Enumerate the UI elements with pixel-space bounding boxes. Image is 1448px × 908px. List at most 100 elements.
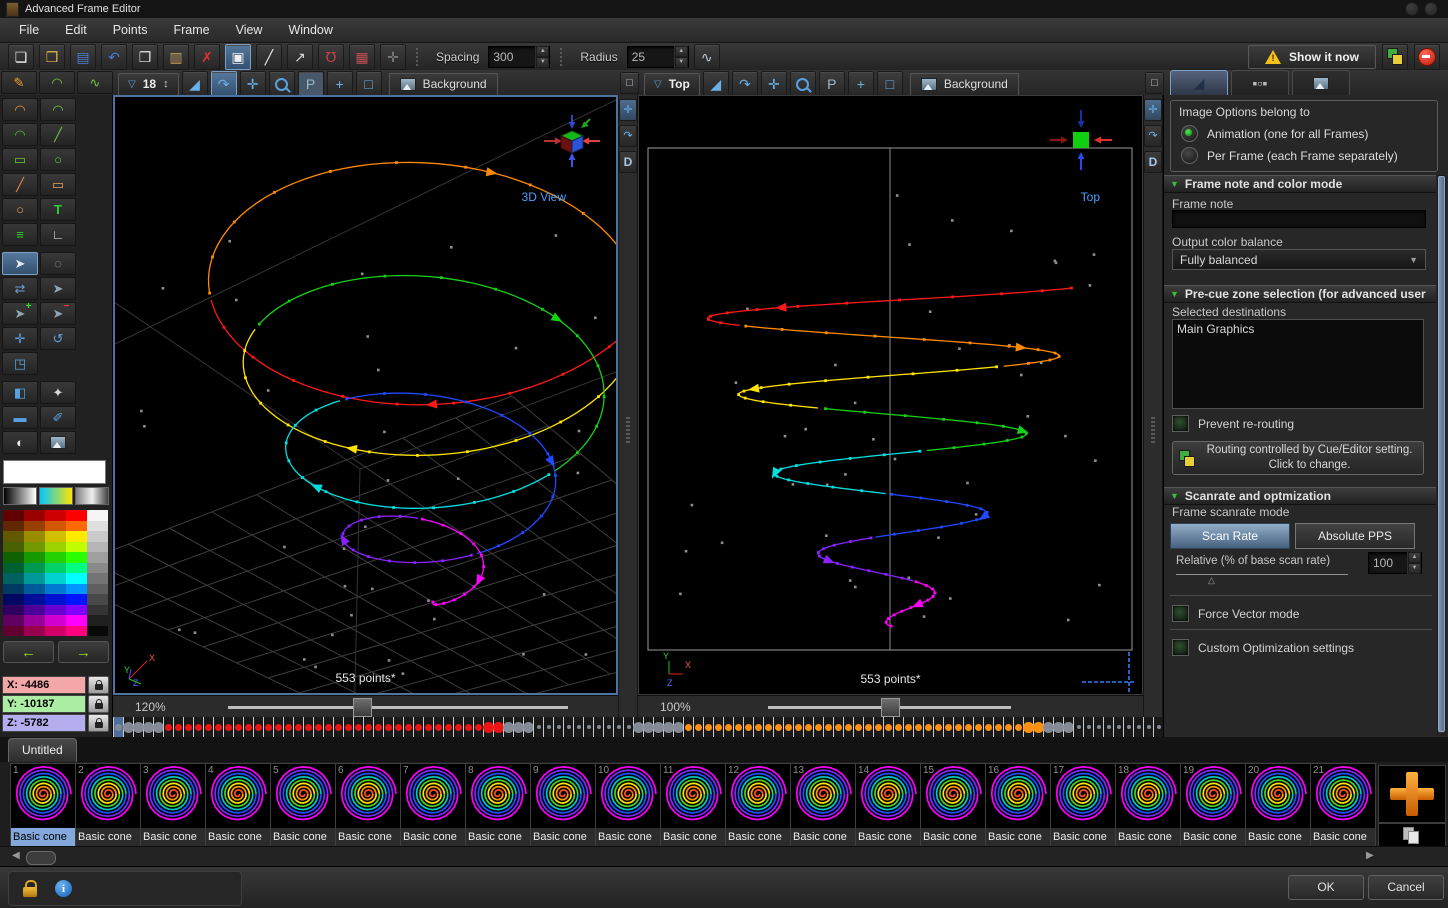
frame-thumbnail[interactable]: 17Basic cone <box>1051 763 1116 846</box>
timeline-cell[interactable] <box>943 717 953 737</box>
palette-swatch[interactable] <box>66 563 87 574</box>
timeline-cell[interactable] <box>153 717 163 737</box>
timeline-cell[interactable] <box>963 717 973 737</box>
palette-swatch[interactable] <box>3 510 24 521</box>
timeline-cell[interactable] <box>343 717 353 737</box>
palette-swatch[interactable] <box>45 584 66 595</box>
timeline-cell[interactable] <box>113 717 123 737</box>
timeline-cell[interactable] <box>903 717 913 737</box>
timeline-cell[interactable] <box>1013 717 1023 737</box>
document-tab[interactable]: Untitled <box>8 738 77 762</box>
line-button[interactable]: ╱ <box>40 123 76 146</box>
shade-mode-button[interactable]: ◢ <box>703 71 729 97</box>
points-visibility-button[interactable]: P <box>819 71 845 97</box>
timeline-cell[interactable] <box>863 717 873 737</box>
frame-thumbnail[interactable]: 1Basic cone <box>10 763 76 846</box>
palette-swatch[interactable] <box>45 605 66 616</box>
current-color-swatch[interactable] <box>3 460 106 484</box>
transform-points-button[interactable]: ◳ <box>2 352 38 375</box>
frame-canvas-top[interactable] <box>639 96 1142 694</box>
menu-item-file[interactable]: File <box>6 18 52 42</box>
timeline-cell[interactable] <box>203 717 213 737</box>
timeline-cell[interactable] <box>823 717 833 737</box>
timeline-cell[interactable] <box>953 717 963 737</box>
scroll-left-icon[interactable]: ◀ <box>12 850 20 861</box>
frame-thumbnail[interactable]: 7Basic cone <box>401 763 466 846</box>
prevent-rerouting-checkbox[interactable]: Prevent re-routing <box>1172 415 1294 432</box>
shade-mode-button[interactable]: ◢ <box>182 71 208 97</box>
crosshair-cursor-button[interactable]: + <box>848 71 874 97</box>
timeline-cell[interactable] <box>423 717 433 737</box>
timeline-cell[interactable] <box>683 717 693 737</box>
timeline-cell[interactable] <box>923 717 933 737</box>
palette-swatch[interactable] <box>45 531 66 542</box>
splitter-grip[interactable] <box>626 417 630 443</box>
timeline-cell[interactable] <box>373 717 383 737</box>
timeline-cell[interactable] <box>223 717 233 737</box>
pan-view-button[interactable]: ✛ <box>761 71 787 97</box>
spline-button[interactable]: ∿ <box>77 71 113 94</box>
timeline-cell[interactable] <box>553 717 563 737</box>
timeline-cell[interactable] <box>183 717 193 737</box>
palette-swatch[interactable] <box>24 584 45 595</box>
stop-output-button[interactable] <box>1414 44 1440 70</box>
spinner-arrows-icon[interactable]: ▲▼ <box>535 46 549 68</box>
frame-thumbnail[interactable]: 11Basic cone <box>661 763 726 846</box>
palette-swatch[interactable] <box>66 573 87 584</box>
palette-swatch[interactable] <box>3 584 24 595</box>
window-control-icon[interactable] <box>1424 2 1438 16</box>
timeline-cell[interactable] <box>473 717 483 737</box>
timeline-cell[interactable] <box>883 717 893 737</box>
palette-prev-button[interactable]: ← <box>3 641 54 663</box>
timeline-cell[interactable] <box>893 717 903 737</box>
palette-swatch[interactable] <box>45 563 66 574</box>
timeline-cell[interactable] <box>833 717 843 737</box>
timeline-cell[interactable] <box>303 717 313 737</box>
show-it-now-button[interactable]: Show it now <box>1248 45 1376 69</box>
delete-button[interactable]: ✗ <box>194 44 220 70</box>
frame-note-section-header[interactable]: ▼ Frame note and color mode <box>1164 175 1436 193</box>
timeline-cell[interactable] <box>133 717 143 737</box>
palette-next-button[interactable]: → <box>58 641 109 663</box>
timeline-cell[interactable] <box>243 717 253 737</box>
timeline-cell[interactable] <box>753 717 763 737</box>
palette-swatch[interactable] <box>45 594 66 605</box>
palette-swatch[interactable] <box>87 542 108 553</box>
window-control-icon[interactable] <box>1405 2 1419 16</box>
panel-scrollbar-thumb[interactable] <box>1438 176 1445 732</box>
palette-swatch[interactable] <box>3 531 24 542</box>
palette-swatch[interactable] <box>24 594 45 605</box>
frame-thumbnail[interactable]: 18Basic cone <box>1116 763 1181 846</box>
radius-input[interactable] <box>628 50 674 64</box>
timeline-cell[interactable] <box>1063 717 1073 737</box>
absolute-pps-button[interactable]: Absolute PPS <box>1295 523 1415 549</box>
new-file-button[interactable]: ❏ <box>8 44 34 70</box>
palette-swatch[interactable] <box>24 542 45 553</box>
spacing-stepper[interactable]: ▲▼ <box>488 46 550 68</box>
palette-swatch[interactable] <box>66 626 87 637</box>
lock-icon[interactable] <box>23 887 37 897</box>
palette-swatch[interactable] <box>3 594 24 605</box>
timeline-cell[interactable] <box>163 717 173 737</box>
image-settings-tab[interactable] <box>1292 70 1350 95</box>
frame-thumbnail[interactable]: 12Basic cone <box>726 763 791 846</box>
palette-swatch[interactable] <box>24 615 45 626</box>
timeline-cell[interactable] <box>413 717 423 737</box>
pencil-button[interactable]: ✎ <box>1 71 37 94</box>
auto-point-button[interactable]: ✛ <box>380 44 406 70</box>
frame-thumbnail[interactable]: 4Basic cone <box>206 763 271 846</box>
menu-item-window[interactable]: Window <box>275 18 345 42</box>
timeline-cell[interactable] <box>603 717 613 737</box>
frame-thumbnail[interactable]: 19Basic cone <box>1181 763 1246 846</box>
menu-item-view[interactable]: View <box>223 18 276 42</box>
frame-thumbnail[interactable]: 16Basic cone <box>986 763 1051 846</box>
timeline-cell[interactable] <box>973 717 983 737</box>
save-file-button[interactable]: ▤ <box>70 44 96 70</box>
fill-color-button[interactable]: ◧ <box>2 381 38 404</box>
palette-swatch[interactable] <box>66 605 87 616</box>
right-viewport-top[interactable]: Top Y X Z 553 points* <box>638 95 1143 695</box>
point-edit-button[interactable]: ▣ <box>225 44 251 70</box>
timeline-cell[interactable] <box>993 717 1003 737</box>
palette-swatch[interactable] <box>24 563 45 574</box>
timeline-cell[interactable] <box>403 717 413 737</box>
